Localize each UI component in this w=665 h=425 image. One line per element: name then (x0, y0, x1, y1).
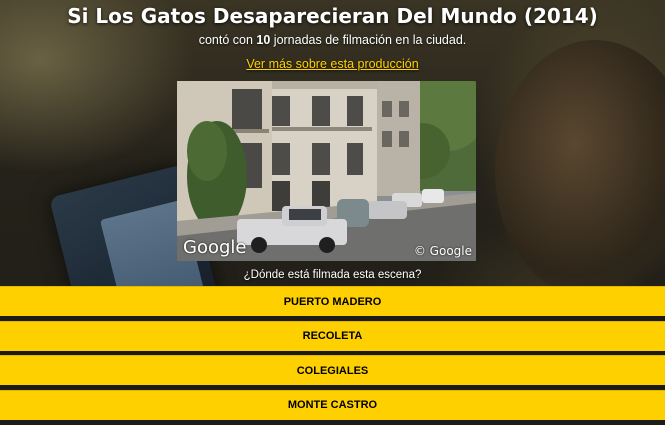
google-copyright: © Google (413, 244, 472, 258)
quiz-question: ¿Dónde está filmada esta escena? (243, 269, 422, 281)
subtitle: contó con 10 jornadas de filmación en la… (0, 33, 665, 47)
answer-option-puerto-madero[interactable]: PUERTO MADERO (0, 286, 665, 316)
street-scene-illustration (177, 81, 476, 261)
answer-option-colegiales[interactable]: COLEGIALES (0, 355, 665, 385)
page-title: Si Los Gatos Desaparecieran Del Mundo (2… (67, 4, 598, 28)
answer-options: PUERTO MADERO RECOLETA COLEGIALES MONTE … (0, 286, 665, 420)
google-logo: Google (183, 237, 247, 258)
answer-option-recoleta[interactable]: RECOLETA (0, 320, 665, 351)
subtitle-suffix: jornadas de filmación en la ciudad. (270, 33, 467, 47)
answer-option-monte-castro[interactable]: MONTE CASTRO (0, 389, 665, 420)
street-view-image[interactable]: Google © Google (177, 81, 476, 261)
subtitle-prefix: contó con (198, 33, 257, 47)
main-content: Si Los Gatos Desaparecieran Del Mundo (2… (0, 0, 665, 425)
more-about-production-link[interactable]: Ver más sobre esta producción (0, 57, 665, 71)
shooting-days-count: 10 (256, 33, 271, 47)
